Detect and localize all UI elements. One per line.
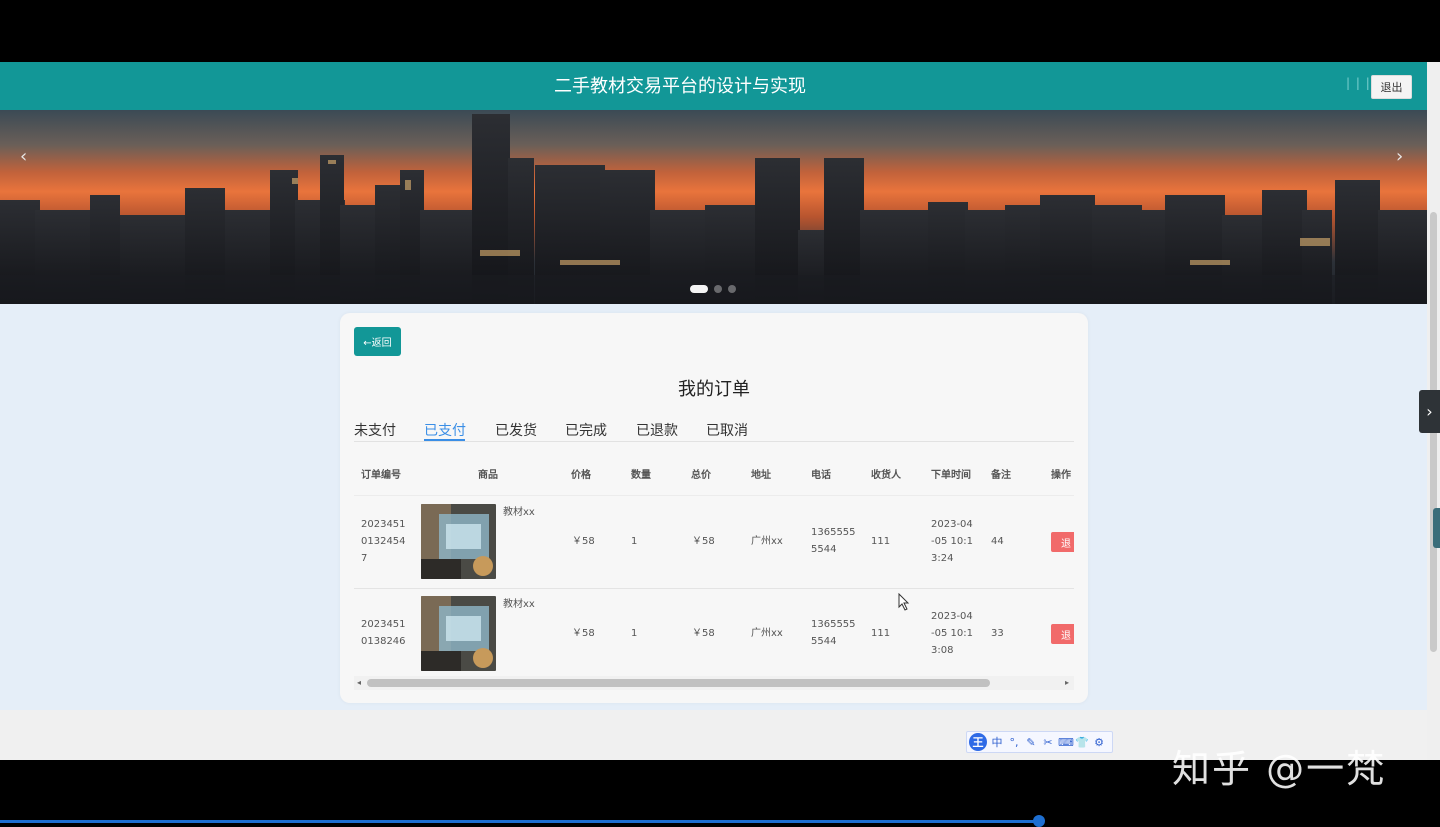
ime-keyboard-icon[interactable]: ⌨ bbox=[1058, 736, 1074, 749]
order-no-line: 2023451 bbox=[361, 519, 406, 530]
logout-button[interactable]: 退出 bbox=[1371, 75, 1412, 99]
tab-completed[interactable]: 已完成 bbox=[565, 420, 607, 440]
col-action: 操作 bbox=[1051, 470, 1071, 481]
order-status-tabs: 未支付 已支付 已发货 已完成 已退款 已取消 bbox=[354, 417, 1074, 442]
phone: 1365555 5544 bbox=[811, 524, 856, 558]
order-no: 2023451 0132454 7 bbox=[361, 516, 406, 567]
header-separator: | | | bbox=[1346, 76, 1371, 90]
banner-indicator[interactable] bbox=[714, 285, 722, 293]
tab-paid[interactable]: 已支付 bbox=[424, 420, 466, 440]
col-order-no: 订单编号 bbox=[361, 470, 401, 481]
scroll-left-arrow-icon[interactable]: ◂ bbox=[357, 676, 361, 690]
ime-settings-icon[interactable]: ⚙ bbox=[1092, 736, 1106, 749]
col-qty: 数量 bbox=[631, 470, 651, 481]
video-progress-bar[interactable] bbox=[0, 820, 1040, 823]
time-line: 2023-04 bbox=[931, 519, 973, 530]
site-title: 二手教材交易平台的设计与实现 bbox=[554, 76, 806, 97]
time-line: 3:08 bbox=[931, 645, 954, 656]
back-button[interactable]: ←返回 bbox=[354, 327, 401, 356]
col-receiver: 收货人 bbox=[871, 470, 901, 481]
price: ￥58 bbox=[572, 536, 595, 547]
remark: 44 bbox=[991, 536, 1004, 547]
remark: 33 bbox=[991, 628, 1004, 639]
banner-prev-arrow[interactable]: ‹ bbox=[20, 146, 27, 167]
time-line: -05 10:1 bbox=[931, 536, 973, 547]
total: ￥58 bbox=[692, 536, 715, 547]
col-address: 地址 bbox=[751, 470, 771, 481]
col-total: 总价 bbox=[691, 470, 711, 481]
ime-scissors-icon[interactable]: ✂ bbox=[1041, 736, 1055, 749]
banner-next-arrow[interactable]: › bbox=[1396, 146, 1403, 167]
product-thumbnail[interactable] bbox=[421, 504, 496, 579]
tab-cancelled[interactable]: 已取消 bbox=[706, 420, 748, 440]
side-panel-tab[interactable] bbox=[1433, 508, 1440, 548]
page-title: 我的订单 bbox=[678, 379, 750, 400]
phone: 1365555 5544 bbox=[811, 616, 856, 650]
order-no: 2023451 0138246 bbox=[361, 616, 406, 650]
banner-carousel: ‹ › bbox=[0, 110, 1427, 304]
price: ￥58 bbox=[572, 628, 595, 639]
table-horizontal-scrollbar[interactable]: ◂ ▸ bbox=[354, 676, 1074, 690]
phone-line: 5544 bbox=[811, 636, 837, 647]
city-skyline-image bbox=[0, 114, 1427, 304]
product-name[interactable]: 教材xx bbox=[503, 504, 535, 521]
time-line: 2023-04 bbox=[931, 611, 973, 622]
active-tab-indicator bbox=[424, 439, 465, 441]
quantity: 1 bbox=[631, 628, 638, 639]
refund-button[interactable]: 退 bbox=[1051, 624, 1074, 644]
banner-indicator[interactable] bbox=[728, 285, 736, 293]
order-no-line: 7 bbox=[361, 553, 368, 564]
phone-line: 5544 bbox=[811, 544, 837, 555]
time-line: 3:24 bbox=[931, 553, 954, 564]
top-header: 二手教材交易平台的设计与实现 | | | 退出 bbox=[0, 62, 1427, 110]
scrollbar-thumb[interactable] bbox=[367, 679, 990, 687]
video-progress-handle[interactable] bbox=[1033, 815, 1045, 827]
watermark: 知乎 @一梵 bbox=[1172, 747, 1387, 791]
time-line: -05 10:1 bbox=[931, 628, 973, 639]
tab-refunded[interactable]: 已退款 bbox=[636, 420, 678, 440]
ime-toolbar: 王 中 °, ✎ ✂ ⌨ 👕 ⚙ bbox=[966, 731, 1113, 753]
tab-shipped[interactable]: 已发货 bbox=[495, 420, 537, 440]
ime-punctuation-icon[interactable]: °, bbox=[1007, 736, 1021, 749]
banner-indicators bbox=[690, 285, 736, 293]
tab-unpaid[interactable]: 未支付 bbox=[354, 420, 396, 440]
order-time: 2023-04 -05 10:1 3:08 bbox=[931, 608, 973, 659]
order-time: 2023-04 -05 10:1 3:24 bbox=[931, 516, 973, 567]
table-row: 2023451 0138246 教材xx ￥58 1 ￥58 广州xx 1365… bbox=[354, 588, 1074, 681]
orders-table: 订单编号 商品 价格 数量 总价 地址 电话 收货人 下单时间 备注 操作 20… bbox=[354, 453, 1074, 685]
ime-handwrite-icon[interactable]: ✎ bbox=[1024, 736, 1038, 749]
address: 广州xx bbox=[751, 628, 783, 639]
receiver: 111 bbox=[871, 628, 891, 639]
col-product: 商品 bbox=[478, 470, 498, 481]
banner-indicator[interactable] bbox=[690, 285, 708, 293]
side-panel-toggle[interactable]: › bbox=[1419, 390, 1440, 433]
table-row: 2023451 0132454 7 教材xx ￥58 1 ￥58 广州xx 13… bbox=[354, 495, 1074, 589]
app-window: 二手教材交易平台的设计与实现 | | | 退出 ‹ › ←返回 我的订单 未支付… bbox=[0, 62, 1427, 760]
phone-line: 1365555 bbox=[811, 619, 856, 630]
col-phone: 电话 bbox=[811, 470, 831, 481]
scroll-right-arrow-icon[interactable]: ▸ bbox=[1065, 676, 1069, 690]
order-no-line: 2023451 bbox=[361, 619, 406, 630]
col-price: 价格 bbox=[571, 470, 591, 481]
mouse-cursor-icon bbox=[898, 593, 910, 611]
orders-card: ←返回 我的订单 未支付 已支付 已发货 已完成 已退款 已取消 订单编号 商品… bbox=[340, 313, 1088, 703]
refund-button[interactable]: 退 bbox=[1051, 532, 1074, 552]
col-order-time: 下单时间 bbox=[931, 470, 971, 481]
address: 广州xx bbox=[751, 536, 783, 547]
quantity: 1 bbox=[631, 536, 638, 547]
product-thumbnail[interactable] bbox=[421, 596, 496, 671]
order-no-line: 0132454 bbox=[361, 536, 406, 547]
ime-skin-icon[interactable]: 👕 bbox=[1075, 736, 1089, 749]
phone-line: 1365555 bbox=[811, 527, 856, 538]
order-no-line: 0138246 bbox=[361, 636, 406, 647]
col-remark: 备注 bbox=[991, 470, 1011, 481]
receiver: 111 bbox=[871, 536, 891, 547]
ime-logo-icon[interactable]: 王 bbox=[969, 733, 987, 751]
ime-language-icon[interactable]: 中 bbox=[990, 734, 1004, 750]
total: ￥58 bbox=[692, 628, 715, 639]
product-name[interactable]: 教材xx bbox=[503, 596, 535, 613]
